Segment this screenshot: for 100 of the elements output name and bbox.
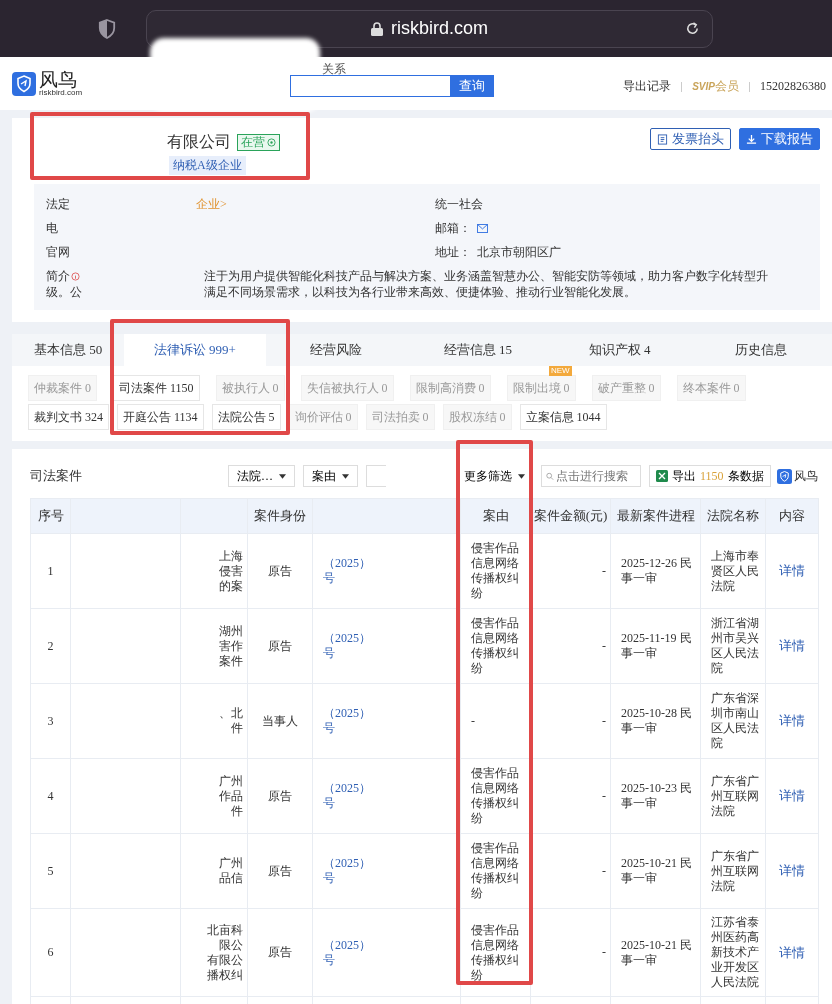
info-icon [71,271,80,281]
table-cell: 原告 [247,608,313,684]
column-header: 法院名称 [700,498,766,534]
tab[interactable]: 知识产权 4 [548,334,691,366]
brand-text: 风鸟 [793,467,818,485]
table-cell: 原告 [247,758,313,834]
table-cell: 3 [30,683,71,759]
shield-logo-icon [776,468,792,484]
cell-text-fragment: 件 [230,721,243,736]
detail-link[interactable]: 详情 [779,713,805,728]
filter-chip[interactable]: 司法案件 1150 [113,375,200,401]
company-tag: 纳税A级企业 [169,156,246,175]
filter-chip[interactable]: 立案信息 1044 [519,404,607,430]
cell-text-fragment: 广州 [218,856,243,871]
table-cell: 5 [30,833,71,909]
field-label: 简介 [46,268,70,284]
filter-chip[interactable]: 开庭公告 1134 [117,404,204,430]
mail-icon[interactable] [477,223,488,233]
table-cell: 2025-11-19 民事一审 [610,608,701,684]
cell-text-fragment: 广州 [218,773,243,789]
search-field[interactable] [290,75,450,97]
filter-chip[interactable]: 法院公告 5 [211,404,281,430]
case-number-link[interactable]: （2025） 号 [323,856,371,886]
shield-icon[interactable] [98,18,116,39]
table-cell: 2025-12-26 民事一审 [610,533,701,609]
search-button[interactable]: 查询 [450,75,494,97]
invoice-button[interactable]: 发票抬头 [650,128,731,150]
cell-text-fragment: 件 [230,803,243,819]
export-record-link[interactable]: 导出记录 [623,78,672,95]
export-button[interactable]: 导出 1150 条数据 [649,465,771,487]
detail-link[interactable]: 详情 [779,788,805,803]
account-phone[interactable]: 15202826380 [760,79,826,94]
detail-link[interactable]: 详情 [779,863,805,878]
cell-text-fragment: 侵害 [218,563,243,579]
table-cell: 广东省广州互联网法院 [700,758,766,834]
column-header: 最新案件进程 [610,498,701,534]
column-header: 序号 [30,498,71,534]
tab[interactable]: 历史信息 [690,334,832,366]
detail-link[interactable]: 详情 [779,944,805,960]
tab[interactable]: 经营信息 15 [407,334,549,366]
filter-dropdown[interactable]: 法院… [228,465,295,487]
tab[interactable]: 基本信息 50 [12,334,124,366]
table-cell: - [530,833,611,909]
detail-link[interactable]: 详情 [779,638,805,653]
cell-text-fragment: 案件 [218,653,243,669]
caret-icon [518,473,525,479]
caret-icon [342,473,349,479]
table-cell: 浙江省湖州市吴兴区人民法院 [700,608,766,684]
table-cell: 6 [30,908,71,997]
case-number-link[interactable]: （2025） 号 [323,937,371,968]
field-label: 统一社会 [435,195,483,213]
field-label: 法定 [46,195,70,213]
shield-logo-icon [12,71,36,96]
download-report-button[interactable]: 下载报告 [739,128,820,150]
table-cell: 2025-10-21 民事一审 [610,833,701,909]
table-cell: 上海市奉贤区人民法院 [700,533,766,609]
case-number-link[interactable]: （2025） 号 [323,706,371,736]
table-cell: - [530,908,611,997]
case-number-link[interactable]: （2025） 号 [323,556,371,586]
info-icon [267,138,276,147]
download-icon [746,133,757,145]
cell-text-fragment: 有限公 [206,952,243,968]
column-header: 内容 [765,498,819,534]
table-cell: 原告 [247,908,313,997]
case-number-link[interactable]: （2025） 号 [323,631,371,661]
tab[interactable]: 经营风险 [265,334,408,366]
table-cell: - [530,683,611,759]
table-cell: 1 [30,533,71,609]
case-number-link[interactable]: （2025） 号 [323,781,371,811]
url-text: riskbird.com [391,18,488,39]
lock-icon [371,21,383,36]
table-cell: 当事人 [247,683,313,759]
table-cell: 2025-10-23 民事一审 [610,758,701,834]
column-header: 案件金额(元) [530,498,611,534]
filter-chip[interactable]: 裁判文书 324 [28,404,109,430]
table-cell: - [530,608,611,684]
table-cell: 4 [30,758,71,834]
cell-text-fragment: 北亩科 [206,922,243,938]
field-label: 邮箱： [435,219,471,237]
table-cell: 江苏省泰州医药高新技术产业开发区人民法院 [700,908,766,997]
field-label: 地址： [435,243,471,261]
table-cell: 广东省广州互联网法院 [700,833,766,909]
logo-domain: riskbird.com [39,89,83,97]
cell-text-fragment: 播权纠 [206,967,243,983]
logo-text: 风鸟 [39,70,78,89]
address-bar[interactable]: riskbird.com [146,9,713,48]
cell-text-fragment: 作品 [218,788,243,804]
reload-icon[interactable] [685,20,700,36]
field-label: 官网 [46,243,70,261]
table-cell: 2025-10-21 民事一审 [610,908,701,997]
filter-dropdown[interactable]: 案由 [303,465,358,487]
cell-text-fragment: 品信 [218,871,243,886]
new-badge: NEW [548,366,572,376]
tab[interactable]: 法律诉讼 999+ [124,334,266,366]
detail-link[interactable]: 详情 [779,563,805,578]
spreadsheet-icon [656,470,668,482]
column-header: 案由 [460,498,531,534]
search-icon [546,471,554,481]
address-value: 北京市朝阳区广 [477,243,561,261]
table-cell: 2 [30,608,71,684]
